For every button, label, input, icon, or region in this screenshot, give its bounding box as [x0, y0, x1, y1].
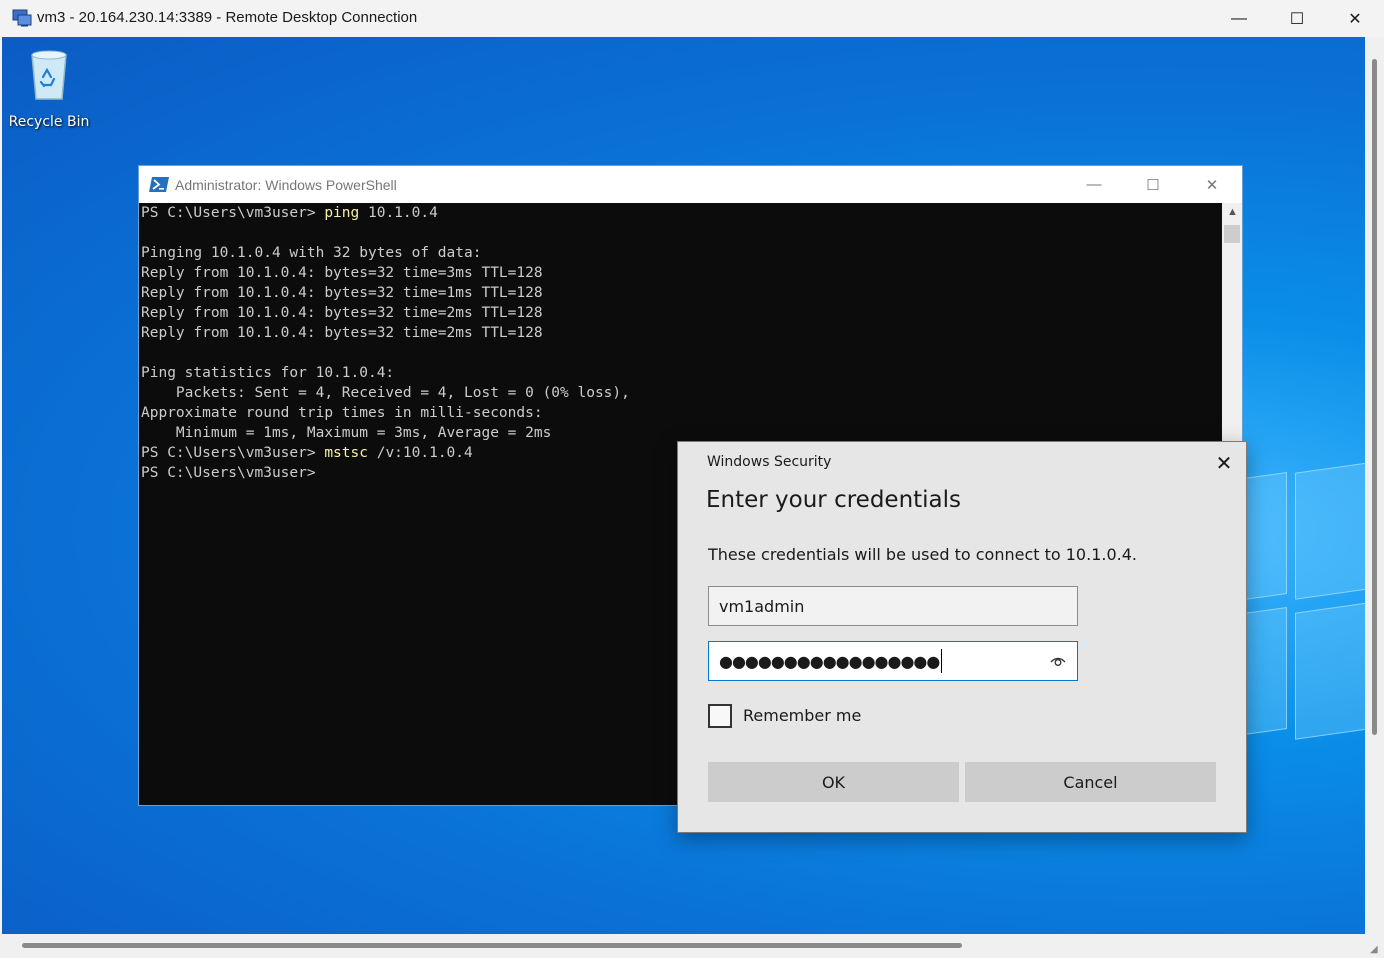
- console-line: Reply from 10.1.0.4: bytes=32 time=1ms T…: [141, 285, 543, 301]
- maximize-icon: ☐: [1146, 176, 1160, 194]
- rdp-vertical-scroll-thumb[interactable]: [1372, 59, 1377, 735]
- ps-minimize-button[interactable]: —: [1065, 166, 1123, 203]
- console-line: Minimum = 1ms, Maximum = 3ms, Average = …: [141, 425, 552, 441]
- console-line: Pinging 10.1.0.4 with 32 bytes of data:: [141, 245, 482, 261]
- console-args: /v:10.1.0.4: [367, 445, 473, 461]
- rdp-window-title: vm3 - 20.164.230.14:3389 - Remote Deskto…: [37, 9, 418, 26]
- recycle-bin-label: Recycle Bin: [8, 114, 90, 130]
- rdp-vertical-scrollbar[interactable]: [1365, 37, 1384, 934]
- dialog-caption: Windows Security: [707, 454, 832, 470]
- console-prompt: PS C:\Users\vm3user>: [141, 465, 316, 481]
- cancel-button[interactable]: Cancel: [965, 762, 1216, 802]
- console-line: Reply from 10.1.0.4: bytes=32 time=2ms T…: [141, 325, 543, 341]
- cancel-button-label: Cancel: [1063, 772, 1118, 792]
- scroll-up-arrow-icon[interactable]: ▲: [1227, 206, 1238, 218]
- username-value: vm1admin: [719, 596, 805, 616]
- remote-desktop-icon: [12, 9, 32, 27]
- console-line: Packets: Sent = 4, Received = 4, Lost = …: [141, 385, 630, 401]
- minimize-icon: —: [1231, 9, 1247, 27]
- resize-grip-icon[interactable]: ◢: [1370, 944, 1382, 956]
- console-line: PS C:\Users\vm3user> ping 10.1.0.4: [141, 203, 1221, 223]
- ps-maximize-button[interactable]: ☐: [1124, 166, 1182, 203]
- remember-me-checkbox[interactable]: [708, 704, 732, 728]
- desktop-icon-recycle-bin[interactable]: Recycle Bin: [8, 47, 90, 130]
- minimize-icon: —: [1086, 176, 1102, 193]
- text-caret: [941, 649, 943, 673]
- remember-me-label[interactable]: Remember me: [743, 706, 861, 725]
- rdp-titlebar: vm3 - 20.164.230.14:3389 - Remote Deskto…: [0, 0, 1384, 37]
- ps-scroll-thumb[interactable]: [1224, 225, 1240, 243]
- powershell-icon: [149, 177, 169, 192]
- console-args: 10.1.0.4: [359, 205, 438, 221]
- rdp-horizontal-scroll-thumb[interactable]: [22, 943, 962, 948]
- ps-close-button[interactable]: ✕: [1183, 166, 1241, 203]
- console-line: Ping statistics for 10.1.0.4:: [141, 365, 395, 381]
- console-command: ping: [324, 205, 360, 221]
- console-line: Reply from 10.1.0.4: bytes=32 time=3ms T…: [141, 265, 543, 281]
- close-icon: ✕: [1348, 10, 1362, 28]
- console-line: Reply from 10.1.0.4: bytes=32 time=2ms T…: [141, 305, 543, 321]
- windows-security-dialog[interactable]: Windows Security ✕ Enter your credential…: [677, 441, 1247, 833]
- ok-button[interactable]: OK: [708, 762, 959, 802]
- powershell-title: Administrator: Windows PowerShell: [175, 177, 397, 193]
- ok-button-label: OK: [821, 772, 846, 792]
- rdp-horizontal-scrollbar[interactable]: ◢: [0, 934, 1384, 958]
- dialog-heading: Enter your credentials: [706, 487, 962, 513]
- powershell-titlebar[interactable]: Administrator: Windows PowerShell — ☐ ✕: [139, 166, 1242, 203]
- close-icon: ✕: [1215, 451, 1233, 475]
- close-icon: ✕: [1205, 176, 1219, 194]
- close-button[interactable]: ✕: [1326, 0, 1384, 37]
- console-prompt: PS C:\Users\vm3user>: [141, 445, 325, 461]
- minimize-button[interactable]: —: [1210, 0, 1268, 37]
- dialog-close-button[interactable]: ✕: [1210, 450, 1238, 476]
- maximize-button[interactable]: ☐: [1268, 0, 1326, 37]
- maximize-icon: ☐: [1289, 10, 1305, 28]
- console-line: Approximate round trip times in milli-se…: [141, 405, 543, 421]
- username-field[interactable]: vm1admin: [708, 586, 1078, 626]
- password-field[interactable]: ●●●●●●●●●●●●●●●●●: [708, 641, 1078, 681]
- eye-icon[interactable]: [1049, 653, 1067, 669]
- console-prompt: PS C:\Users\vm3user>: [141, 205, 325, 221]
- recycle-bin-icon: [31, 50, 67, 100]
- password-masked-value: ●●●●●●●●●●●●●●●●●: [719, 651, 940, 671]
- dialog-description: These credentials will be used to connec…: [708, 545, 1137, 564]
- console-command: mstsc: [324, 445, 368, 461]
